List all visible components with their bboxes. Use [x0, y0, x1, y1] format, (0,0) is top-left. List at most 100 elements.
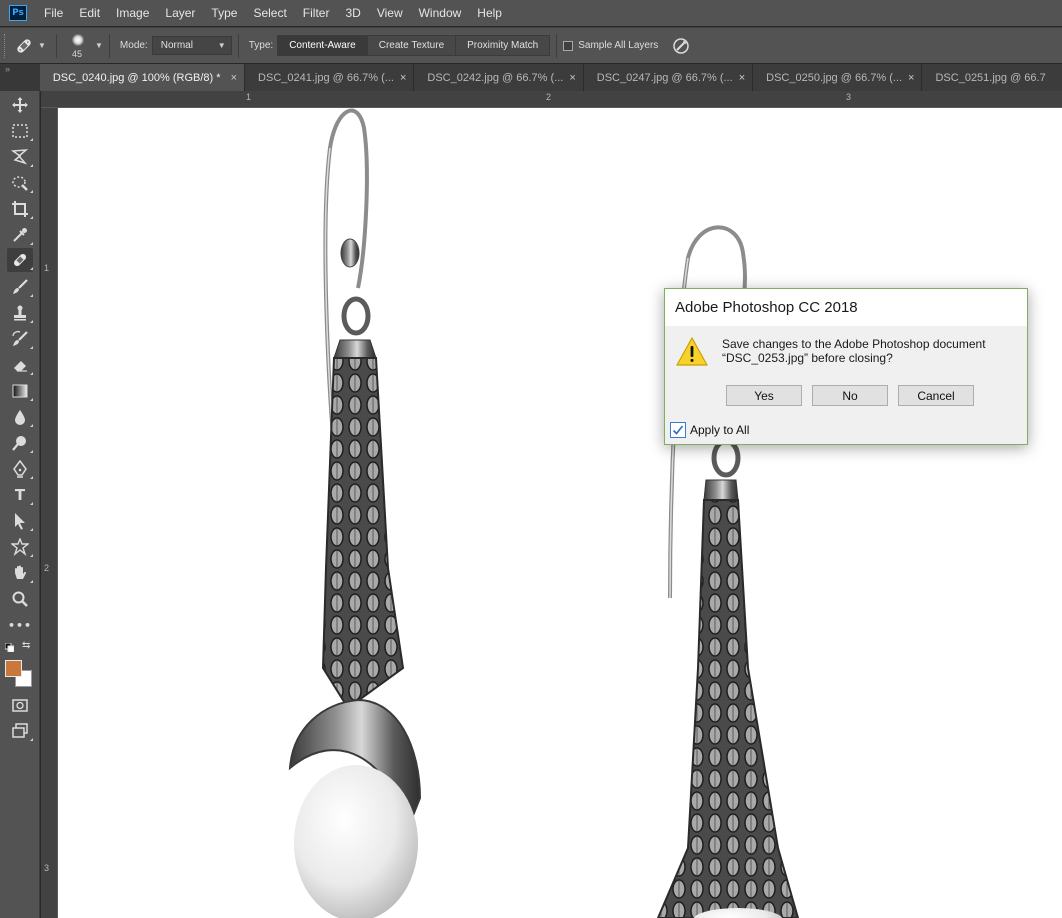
menu-select[interactable]: Select — [245, 0, 294, 26]
crop-tool[interactable] — [7, 197, 33, 221]
document-tab[interactable]: DSC_0242.jpg @ 66.7% (... × — [414, 64, 584, 91]
zoom-tool[interactable] — [7, 587, 33, 611]
menu-image[interactable]: Image — [108, 0, 157, 26]
close-icon[interactable]: × — [231, 72, 237, 84]
options-bar: ▼ 45 ▼ Mode: Normal ▼ Type: Content-Awar… — [0, 27, 1062, 63]
zoom-icon — [12, 591, 28, 607]
document-tab[interactable]: DSC_0240.jpg @ 100% (RGB/8) * × — [39, 64, 246, 91]
cancel-button[interactable]: Cancel — [898, 385, 974, 406]
double-chevron-icon: » — [5, 64, 11, 74]
sample-all-layers-checkbox[interactable] — [563, 40, 574, 51]
mode-select[interactable]: Normal ▼ — [151, 36, 232, 55]
type-proximity-match-button[interactable]: Proximity Match — [456, 36, 550, 55]
pressure-size-icon[interactable] — [672, 37, 690, 55]
foreground-color-swatch[interactable] — [5, 660, 22, 677]
warning-icon — [676, 337, 708, 366]
gradient-tool[interactable] — [7, 379, 33, 403]
divider — [556, 33, 558, 58]
menu-type[interactable]: Type — [203, 0, 245, 26]
history-brush-tool[interactable] — [7, 327, 33, 351]
spot-healing-brush-icon — [13, 253, 27, 267]
dialog-body: Save changes to the Adobe Photoshop docu… — [665, 326, 1027, 444]
tab-label: DSC_0250.jpg @ 66.7% (... — [766, 71, 903, 84]
close-icon[interactable]: × — [569, 72, 575, 84]
vertical-ruler[interactable]: 1 2 3 — [41, 108, 58, 918]
spot-healing-brush-tool[interactable] — [7, 248, 33, 272]
blur-tool[interactable] — [7, 405, 33, 429]
pen-tool[interactable] — [7, 457, 33, 481]
close-icon[interactable]: × — [908, 72, 914, 84]
yes-button[interactable]: Yes — [726, 385, 802, 406]
marquee-icon — [12, 124, 28, 138]
type-icon: T — [14, 486, 26, 504]
document-tab[interactable]: DSC_0250.jpg @ 66.7% (... × — [753, 64, 923, 91]
sample-all-layers-label: Sample All Layers — [578, 40, 659, 51]
clone-stamp-icon — [14, 305, 26, 321]
spot-healing-brush-icon — [17, 38, 31, 53]
lasso-tool[interactable] — [7, 145, 33, 169]
path-selection-tool[interactable] — [7, 509, 33, 533]
ruler-number: 1 — [44, 263, 50, 273]
checkmark-icon — [672, 425, 684, 435]
eraser-icon — [14, 361, 27, 372]
apply-to-all-checkbox[interactable] — [670, 422, 686, 438]
divider — [56, 33, 57, 58]
close-icon[interactable]: × — [739, 72, 745, 84]
document-tab[interactable]: DSC_0241.jpg @ 66.7% (... × — [245, 64, 415, 91]
menu-window[interactable]: Window — [411, 0, 470, 26]
dodge-tool[interactable] — [7, 431, 33, 455]
tab-label: DSC_0241.jpg @ 66.7% (... — [258, 71, 394, 84]
marquee-tool[interactable] — [7, 119, 33, 143]
document-tab-bar: » DSC_0240.jpg @ 100% (RGB/8) * × DSC_02… — [0, 64, 1062, 91]
menu-layer[interactable]: Layer — [157, 0, 203, 26]
tool-preset-picker[interactable]: ▼ — [10, 32, 50, 60]
ruler-number: 3 — [846, 92, 852, 102]
shape-icon — [11, 538, 29, 556]
more-tools-icon: ••• — [7, 618, 33, 632]
eyedropper-tool[interactable] — [7, 223, 33, 247]
eraser-tool[interactable] — [7, 353, 33, 377]
ruler-number: 2 — [44, 563, 50, 573]
hand-icon — [15, 565, 27, 579]
ruler-number: 1 — [246, 92, 252, 102]
horizontal-ruler[interactable]: 1 2 3 — [41, 91, 1062, 108]
document-tab[interactable]: DSC_0251.jpg @ 66.7 — [922, 64, 1062, 91]
panel-collapse-toggle[interactable]: » — [0, 64, 40, 91]
menu-view[interactable]: View — [369, 0, 411, 26]
tab-label: DSC_0240.jpg @ 100% (RGB/8) * — [52, 71, 221, 84]
edit-toolbar-button[interactable]: ••• — [7, 613, 33, 637]
document-canvas[interactable] — [58, 108, 1062, 918]
move-tool[interactable] — [7, 93, 33, 117]
path-select-icon — [15, 513, 25, 530]
shape-tool[interactable] — [7, 535, 33, 559]
menu-filter[interactable]: Filter — [295, 0, 338, 26]
quick-select-tool[interactable] — [7, 171, 33, 195]
swap-colors-icon[interactable]: ⇆ — [22, 640, 30, 651]
earring-photo — [288, 108, 800, 918]
brush-tool[interactable] — [7, 275, 33, 299]
menu-edit[interactable]: Edit — [71, 0, 108, 26]
type-tool[interactable]: T — [7, 483, 33, 507]
brush-icon — [13, 279, 28, 294]
screen-mode-icon — [12, 723, 28, 738]
ruler-number: 3 — [44, 863, 50, 873]
move-icon — [12, 97, 28, 113]
eyedropper-icon — [13, 228, 27, 242]
type-create-texture-button[interactable]: Create Texture — [367, 36, 457, 55]
brush-preset-picker[interactable]: 45 — [63, 31, 93, 61]
screen-mode-button[interactable] — [7, 719, 33, 743]
no-button[interactable]: No — [812, 385, 888, 406]
menu-3d[interactable]: 3D — [337, 0, 368, 26]
close-icon[interactable]: × — [400, 72, 406, 84]
menu-file[interactable]: File — [36, 0, 71, 26]
default-colors-icon[interactable] — [5, 643, 14, 652]
document-tab[interactable]: DSC_0247.jpg @ 66.7% (... × — [583, 64, 754, 91]
hand-tool[interactable] — [7, 561, 33, 585]
chevron-down-icon[interactable]: ▼ — [95, 41, 103, 50]
gradient-icon — [12, 384, 28, 398]
quick-mask-button[interactable] — [7, 693, 33, 717]
type-content-aware-button[interactable]: Content-Aware — [278, 36, 368, 55]
clone-stamp-tool[interactable] — [7, 301, 33, 325]
menu-help[interactable]: Help — [469, 0, 510, 26]
lasso-icon — [11, 149, 29, 165]
